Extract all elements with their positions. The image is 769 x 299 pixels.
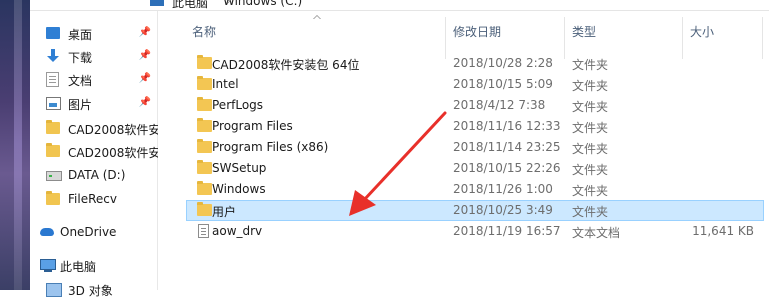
folder-icon: [197, 160, 212, 174]
drive-icon: [46, 171, 62, 181]
3d-objects-icon: [46, 283, 62, 297]
file-modified: 2018/10/25 3:49: [453, 203, 553, 217]
sidebar-item-downloads[interactable]: 下载 📌: [30, 46, 157, 66]
onedrive-icon: [40, 228, 54, 236]
file-modified: 2018/11/16 12:33: [453, 119, 561, 133]
file-name: Intel: [212, 77, 239, 91]
breadcrumb-drive[interactable]: Windows (C:): [223, 0, 302, 8]
sidebar-item-label: 桌面: [68, 28, 93, 42]
folder-icon: [197, 139, 212, 153]
file-type: 文本文档: [572, 226, 621, 240]
column-header-type[interactable]: 类型: [572, 23, 596, 40]
file-type: 文件夹: [572, 184, 609, 198]
sidebar-item-label: 此电脑: [60, 260, 97, 274]
folder-icon: [197, 55, 212, 69]
file-name: CAD2008软件安装包 64位: [212, 58, 360, 72]
this-pc-icon: [40, 259, 56, 272]
breadcrumb-this-pc[interactable]: 此电脑: [172, 0, 208, 10]
file-modified: 2018/10/15 5:09: [453, 77, 553, 91]
file-modified: 2018/10/15 22:26: [453, 161, 561, 175]
pictures-icon: [46, 97, 61, 110]
sidebar-item-label: OneDrive: [60, 225, 117, 239]
file-row-windows[interactable]: Windows 2018/11/26 1:00 文件夹: [186, 179, 764, 200]
address-bar[interactable]: 此电脑 › Windows (C:): [30, 0, 769, 11]
file-name: PerfLogs: [212, 98, 264, 112]
file-row-perflogs[interactable]: PerfLogs 2018/4/12 7:38 文件夹: [186, 95, 764, 116]
file-name: 用户: [212, 205, 237, 219]
file-row-swsetup[interactable]: SWSetup 2018/10/15 22:26 文件夹: [186, 158, 764, 179]
text-file-icon: [198, 224, 209, 238]
file-name: SWSetup: [212, 161, 267, 175]
pin-icon: 📌: [138, 97, 151, 108]
folder-icon: [197, 118, 212, 132]
folder-icon: [46, 143, 60, 157]
file-row-intel[interactable]: Intel 2018/10/15 5:09 文件夹: [186, 74, 764, 95]
folder-icon: [197, 76, 212, 90]
file-modified: 2018/10/28 2:28: [453, 56, 553, 70]
sidebar-item-onedrive[interactable]: OneDrive: [30, 222, 157, 242]
file-modified: 2018/11/26 1:00: [453, 182, 553, 196]
file-row-cad2008[interactable]: CAD2008软件安装包 64位 2018/10/28 2:28 文件夹: [186, 53, 764, 74]
sidebar-item-label: 图片: [68, 98, 93, 112]
folder-icon: [46, 120, 60, 134]
sidebar-item-label: 下载: [68, 51, 93, 65]
file-type: 文件夹: [572, 100, 609, 114]
sidebar-item-pictures[interactable]: 图片 📌: [30, 93, 157, 113]
sidebar-item-cad2008-2[interactable]: CAD2008软件安: [30, 141, 161, 161]
folder-icon: [197, 202, 212, 216]
sidebar-item-label: CAD2008软件安: [68, 123, 161, 137]
file-name: Windows: [212, 182, 266, 196]
pin-icon: 📌: [138, 27, 151, 38]
folder-icon: [197, 97, 212, 111]
column-header-size[interactable]: 大小: [690, 23, 714, 40]
desktop-icon: [46, 27, 60, 39]
sidebar-item-label: DATA (D:): [68, 168, 126, 182]
download-icon: [46, 49, 60, 63]
file-type: 文件夹: [572, 58, 609, 72]
folder-icon: [197, 181, 212, 195]
sidebar-item-label: 文档: [68, 74, 93, 88]
document-icon: [46, 72, 59, 87]
file-type: 文件夹: [572, 142, 609, 156]
file-name: aow_drv: [212, 224, 263, 238]
navigation-pane: 桌面 📌 下载 📌 文档 📌 图片 📌 CAD2008软件安 CAD2008软件…: [30, 11, 161, 298]
sidebar-item-filerecv[interactable]: FileRecv: [30, 189, 157, 209]
file-row-program-files-x86[interactable]: Program Files (x86) 2018/11/14 23:25 文件夹: [186, 137, 764, 158]
this-pc-icon: [150, 0, 164, 6]
sidebar-item-data-drive[interactable]: DATA (D:): [30, 165, 157, 185]
sort-ascending-icon[interactable]: [313, 15, 321, 21]
pin-icon: 📌: [138, 73, 151, 84]
file-list-pane: 名称 修改日期 类型 大小 CAD2008软件安装包 64位 2018/10/2…: [158, 11, 769, 290]
file-type: 文件夹: [572, 121, 609, 135]
file-row-users[interactable]: 用户 2018/10/25 3:49 文件夹: [186, 200, 764, 221]
folder-icon: [46, 191, 60, 205]
column-header-name[interactable]: 名称: [192, 23, 216, 40]
file-modified: 2018/4/12 7:38: [453, 98, 546, 112]
file-type: 文件夹: [572, 79, 609, 93]
desktop-wallpaper-edge: [0, 0, 30, 290]
pin-icon: 📌: [138, 50, 151, 61]
column-header-modified[interactable]: 修改日期: [453, 23, 501, 40]
sidebar-item-label: CAD2008软件安: [68, 146, 161, 160]
file-row-program-files[interactable]: Program Files 2018/11/16 12:33 文件夹: [186, 116, 764, 137]
sidebar-item-desktop[interactable]: 桌面 📌: [30, 23, 157, 43]
file-size: 11,641 KB: [692, 224, 754, 238]
file-type: 文件夹: [572, 205, 609, 219]
file-modified: 2018/11/14 23:25: [453, 140, 561, 154]
sidebar-item-documents[interactable]: 文档 📌: [30, 69, 157, 89]
sidebar-item-label: 3D 对象: [68, 284, 113, 298]
sidebar-item-cad2008-1[interactable]: CAD2008软件安: [30, 118, 161, 138]
sidebar-item-label: FileRecv: [68, 192, 117, 206]
file-type: 文件夹: [572, 163, 609, 177]
file-modified: 2018/11/19 16:57: [453, 224, 561, 238]
file-name: Program Files (x86): [212, 140, 329, 154]
file-row-aow-drv[interactable]: aow_drv 2018/11/19 16:57 文本文档 11,641 KB: [186, 221, 764, 242]
file-name: Program Files: [212, 119, 293, 133]
sidebar-item-this-pc[interactable]: 此电脑: [30, 255, 157, 275]
sidebar-item-3d-objects[interactable]: 3D 对象: [30, 279, 157, 299]
